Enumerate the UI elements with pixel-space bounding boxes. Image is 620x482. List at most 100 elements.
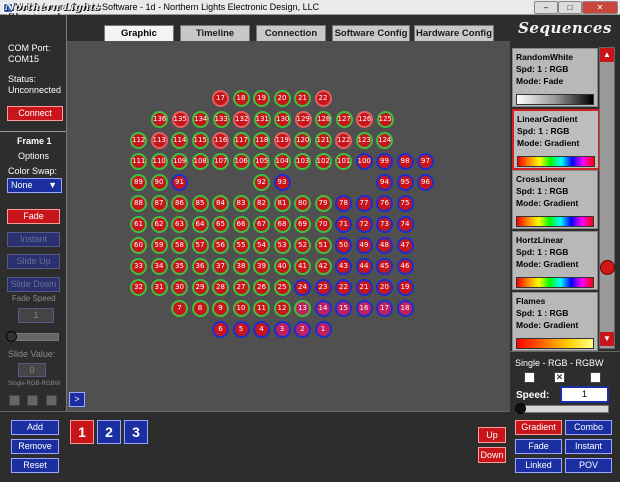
led-node[interactable]: 43 — [335, 258, 352, 275]
led-node[interactable]: 26 — [253, 279, 270, 296]
led-node[interactable]: 125 — [376, 111, 394, 128]
led-node[interactable]: 8 — [191, 300, 209, 317]
led-node[interactable]: 24 — [294, 279, 311, 296]
led-node[interactable]: 96 — [417, 174, 434, 191]
led-node[interactable]: 123 — [355, 132, 373, 149]
tab-hardware-config[interactable]: Hardware Config — [414, 25, 494, 42]
scroll-thumb[interactable] — [600, 260, 615, 275]
led-node[interactable]: 30 — [171, 279, 188, 296]
led-node[interactable]: 50 — [335, 237, 352, 254]
led-node[interactable]: 77 — [355, 195, 373, 212]
sequence-card[interactable]: RandomWhite Spd: 1 : RGB Mode: Fade — [512, 48, 598, 107]
led-node[interactable]: 108 — [191, 153, 209, 170]
instant-button[interactable]: Instant — [7, 232, 60, 247]
led-node[interactable]: 106 — [232, 153, 250, 170]
led-node[interactable]: 11 — [253, 300, 270, 317]
led-node[interactable]: 133 — [212, 111, 230, 128]
led-node[interactable]: 97 — [417, 153, 434, 170]
speed-input[interactable]: 1 — [560, 386, 609, 403]
led-node[interactable]: 45 — [376, 258, 393, 275]
led-node[interactable]: 12 — [273, 300, 291, 317]
led-node[interactable]: 114 — [171, 132, 188, 149]
led-node[interactable]: 88 — [130, 195, 147, 212]
led-node[interactable]: 66 — [232, 216, 250, 233]
led-node[interactable]: 64 — [191, 216, 209, 233]
led-node[interactable]: 32 — [130, 279, 147, 296]
led-node[interactable]: 38 — [232, 258, 250, 275]
frame-1-button[interactable]: 1 — [70, 420, 94, 444]
scroll-up-icon[interactable]: ▲ — [600, 48, 614, 62]
led-node[interactable]: 56 — [212, 237, 229, 254]
led-node[interactable]: 100 — [355, 153, 373, 170]
led-node[interactable]: 103 — [294, 153, 311, 170]
led-node[interactable]: 102 — [314, 153, 332, 170]
led-node[interactable]: 94 — [376, 174, 393, 191]
frame-3-button[interactable]: 3 — [124, 420, 148, 444]
led-node[interactable]: 113 — [150, 132, 168, 149]
led-node[interactable]: 135 — [171, 111, 189, 128]
led-node[interactable]: 22 — [314, 90, 332, 107]
led-node[interactable]: 128 — [315, 111, 332, 128]
led-node[interactable]: 85 — [191, 195, 209, 212]
tab-software-config[interactable]: Software Config — [332, 25, 410, 42]
pov-button[interactable]: POV — [565, 458, 612, 473]
led-node[interactable]: 111 — [130, 153, 147, 170]
led-node[interactable]: 47 — [396, 237, 414, 254]
led-node[interactable]: 134 — [192, 111, 209, 128]
led-node[interactable]: 87 — [150, 195, 168, 212]
led-node[interactable]: 74 — [396, 216, 414, 233]
connect-button[interactable]: Connect — [7, 106, 63, 121]
led-node[interactable]: 62 — [150, 216, 168, 233]
led-node[interactable]: 117 — [232, 132, 250, 149]
led-node[interactable]: 107 — [212, 153, 229, 170]
led-node[interactable]: 90 — [150, 174, 168, 191]
led-node[interactable]: 51 — [314, 237, 332, 254]
led-node[interactable]: 21 — [294, 90, 311, 107]
led-node[interactable]: 76 — [376, 195, 393, 212]
led-node[interactable]: 3 — [273, 321, 291, 338]
led-node[interactable]: 2 — [294, 321, 311, 338]
tab-graphic-layout[interactable]: Graphic Layout — [104, 25, 174, 54]
expand-button[interactable]: > — [69, 392, 85, 407]
led-node[interactable]: 86 — [171, 195, 188, 212]
led-node[interactable]: 120 — [294, 132, 311, 149]
led-node[interactable]: 112 — [130, 132, 147, 149]
led-node[interactable]: 16 — [355, 300, 373, 317]
led-node[interactable]: 91 — [171, 174, 188, 191]
move-down-button[interactable]: Down — [478, 447, 506, 463]
led-node[interactable]: 20 — [376, 279, 393, 296]
led-node[interactable]: 10 — [232, 300, 250, 317]
led-node[interactable]: 20 — [273, 90, 291, 107]
rgb-checkbox-checked-icon[interactable]: ✕ — [554, 372, 565, 383]
led-node[interactable]: 37 — [212, 258, 229, 275]
maximize-icon[interactable]: □ — [558, 1, 582, 14]
led-node[interactable]: 40 — [273, 258, 291, 275]
led-node[interactable]: 78 — [335, 195, 352, 212]
led-node[interactable]: 46 — [396, 258, 414, 275]
led-node[interactable]: 25 — [273, 279, 291, 296]
slide-value-input[interactable]: 0 — [18, 363, 46, 377]
led-node[interactable]: 49 — [355, 237, 373, 254]
led-node[interactable]: 70 — [314, 216, 332, 233]
led-node[interactable]: 98 — [396, 153, 414, 170]
mode-rgbw-checkbox[interactable] — [46, 395, 57, 406]
led-node[interactable]: 81 — [273, 195, 291, 212]
led-node[interactable]: 118 — [253, 132, 270, 149]
led-node[interactable]: 28 — [212, 279, 229, 296]
sequence-card[interactable]: LinearGradient Spd: 1 : RGB Mode: Gradient — [512, 109, 600, 170]
led-node[interactable]: 127 — [335, 111, 353, 128]
led-node[interactable]: 57 — [191, 237, 209, 254]
led-node[interactable]: 23 — [314, 279, 332, 296]
led-node[interactable]: 80 — [294, 195, 311, 212]
led-node[interactable]: 84 — [212, 195, 229, 212]
led-node[interactable]: 41 — [294, 258, 311, 275]
led-node[interactable]: 99 — [376, 153, 393, 170]
led-node[interactable]: 136 — [151, 111, 168, 128]
led-node[interactable]: 109 — [171, 153, 188, 170]
led-node[interactable]: 115 — [191, 132, 209, 149]
sequence-card[interactable]: HortzLinear Spd: 1 : RGB Mode: Gradient — [512, 231, 598, 290]
led-node[interactable]: 19 — [253, 90, 270, 107]
led-node[interactable]: 63 — [171, 216, 188, 233]
led-node[interactable]: 73 — [376, 216, 393, 233]
fade-button[interactable]: Fade — [7, 209, 60, 224]
